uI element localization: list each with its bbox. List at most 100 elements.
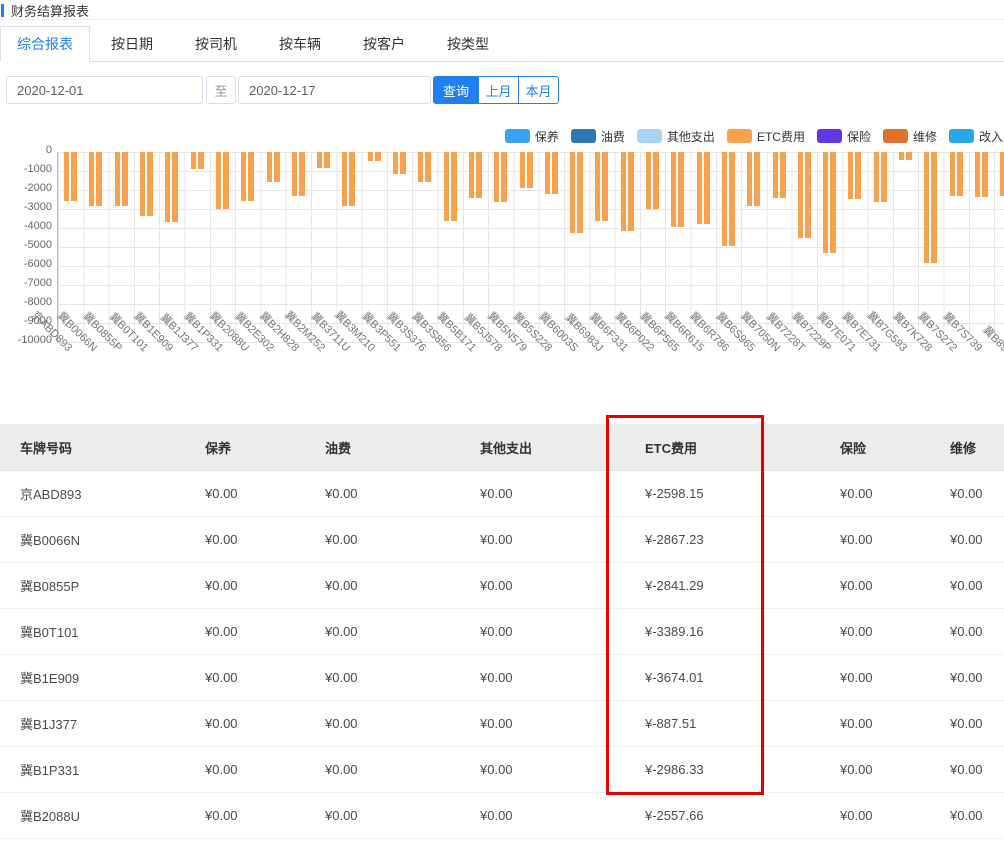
table-cell: ¥-887.51 (625, 701, 820, 747)
bar-ETC费用 (342, 152, 355, 206)
tab-by-date[interactable]: 按日期 (90, 27, 174, 61)
legend-item[interactable]: 保养 (505, 128, 559, 145)
legend-swatch-icon (505, 129, 530, 143)
bar-ETC费用 (545, 152, 558, 194)
table-cell: ¥0.00 (930, 793, 1004, 839)
table-cell: ¥0.00 (185, 793, 305, 839)
table-row: 冀B1P331¥0.00¥0.00¥0.00¥-2986.33¥0.00¥0.0… (0, 747, 1004, 793)
bar-ETC费用 (697, 152, 710, 224)
legend-item[interactable]: 油费 (571, 128, 625, 145)
legend-label: 油费 (601, 128, 625, 145)
report-tabs: 综合报表按日期按司机按车辆按客户按类型 (0, 20, 1004, 62)
end-date-input[interactable] (238, 76, 431, 104)
date-range-separator: 至 (206, 76, 236, 104)
table-cell: ¥0.00 (185, 701, 305, 747)
legend-item[interactable]: 保险 (817, 128, 871, 145)
bar-ETC费用 (292, 152, 305, 196)
table-cell: ¥0.00 (930, 655, 1004, 701)
legend-swatch-icon (727, 129, 752, 143)
bar-ETC费用 (747, 152, 760, 206)
table-header-油费: 油费 (305, 425, 460, 471)
table-cell: ¥0.00 (820, 517, 930, 563)
bar-ETC费用 (89, 152, 102, 206)
legend-item[interactable]: 维修 (883, 128, 937, 145)
legend-label: ETC费用 (757, 128, 805, 145)
table-cell: ¥0.00 (930, 701, 1004, 747)
y-axis-tick: -4000 (0, 220, 52, 236)
y-axis-tick: -2000 (0, 182, 52, 198)
tab-by-type[interactable]: 按类型 (426, 27, 510, 61)
legend-item[interactable]: 改入 (949, 128, 1003, 145)
start-date-input[interactable] (6, 76, 203, 104)
bar-ETC费用 (950, 152, 963, 196)
bar-ETC费用 (1000, 152, 1004, 196)
bar-ETC费用 (393, 152, 406, 174)
legend-label: 维修 (913, 128, 937, 145)
table-cell: ¥0.00 (460, 563, 625, 609)
legend-swatch-icon (817, 129, 842, 143)
tab-by-customer[interactable]: 按客户 (342, 27, 426, 61)
bar-ETC费用 (216, 152, 229, 209)
table-cell: ¥0.00 (305, 747, 460, 793)
bar-ETC费用 (317, 152, 330, 168)
table-cell: ¥0.00 (305, 793, 460, 839)
tab-by-vehicle[interactable]: 按车辆 (258, 27, 342, 61)
table-cell: ¥0.00 (185, 471, 305, 517)
this-month-button[interactable]: 本月 (518, 76, 559, 104)
bar-ETC费用 (823, 152, 836, 253)
legend-label: 其他支出 (667, 128, 715, 145)
table-row: 冀B1J377¥0.00¥0.00¥0.00¥-887.51¥0.00¥0.00 (0, 701, 1004, 747)
table-cell: ¥0.00 (820, 471, 930, 517)
search-button[interactable]: 查询 (433, 76, 479, 104)
financial-report-page: 财务结算报表 综合报表按日期按司机按车辆按客户按类型 至 查询 上月 本月 保养… (0, 0, 1004, 843)
bar-ETC费用 (848, 152, 861, 199)
table-cell: ¥0.00 (820, 609, 930, 655)
table-row: 冀B1E909¥0.00¥0.00¥0.00¥-3674.01¥0.00¥0.0… (0, 655, 1004, 701)
table-cell: ¥-2841.29 (625, 563, 820, 609)
tab-by-driver[interactable]: 按司机 (174, 27, 258, 61)
bar-ETC费用 (165, 152, 178, 222)
legend-swatch-icon (883, 129, 908, 143)
legend-swatch-icon (949, 129, 974, 143)
page-title: 财务结算报表 (11, 1, 89, 20)
table-cell: ¥-2598.15 (625, 471, 820, 517)
bar-ETC费用 (494, 152, 507, 202)
table-cell: ¥-3674.01 (625, 655, 820, 701)
table-cell: ¥0.00 (930, 609, 1004, 655)
bar-ETC费用 (570, 152, 583, 233)
bar-ETC费用 (418, 152, 431, 182)
bar-ETC费用 (241, 152, 254, 201)
table-cell: 冀B1E909 (0, 655, 185, 701)
table-cell: ¥0.00 (185, 747, 305, 793)
table-cell: ¥0.00 (460, 655, 625, 701)
table-header-维修: 维修 (930, 425, 1004, 471)
bar-ETC费用 (368, 152, 381, 161)
table-cell: ¥0.00 (460, 701, 625, 747)
title-accent-bar (1, 4, 4, 17)
bar-ETC费用 (874, 152, 887, 202)
bar-ETC费用 (722, 152, 735, 246)
table-cell: ¥0.00 (930, 563, 1004, 609)
bar-ETC费用 (621, 152, 634, 231)
bar-ETC费用 (469, 152, 482, 198)
table-cell: ¥0.00 (930, 471, 1004, 517)
legend-swatch-icon (571, 129, 596, 143)
table-cell: ¥0.00 (820, 655, 930, 701)
bar-ETC费用 (444, 152, 457, 221)
bar-ETC费用 (191, 152, 204, 169)
bar-ETC费用 (773, 152, 786, 198)
table-cell: ¥0.00 (820, 793, 930, 839)
table-header-ETC费用: ETC费用 (625, 425, 820, 471)
legend-item[interactable]: ETC费用 (727, 128, 805, 145)
legend-item[interactable]: 其他支出 (637, 128, 715, 145)
table-cell: ¥0.00 (305, 655, 460, 701)
table-cell: ¥0.00 (460, 747, 625, 793)
table-cell: 冀B2088U (0, 793, 185, 839)
last-month-button[interactable]: 上月 (478, 76, 519, 104)
table-cell: ¥0.00 (820, 701, 930, 747)
bar-ETC费用 (671, 152, 684, 227)
table-cell: ¥0.00 (930, 747, 1004, 793)
tab-summary[interactable]: 综合报表 (0, 26, 90, 62)
table-cell: ¥0.00 (930, 517, 1004, 563)
page-title-bar: 财务结算报表 (0, 0, 1004, 20)
